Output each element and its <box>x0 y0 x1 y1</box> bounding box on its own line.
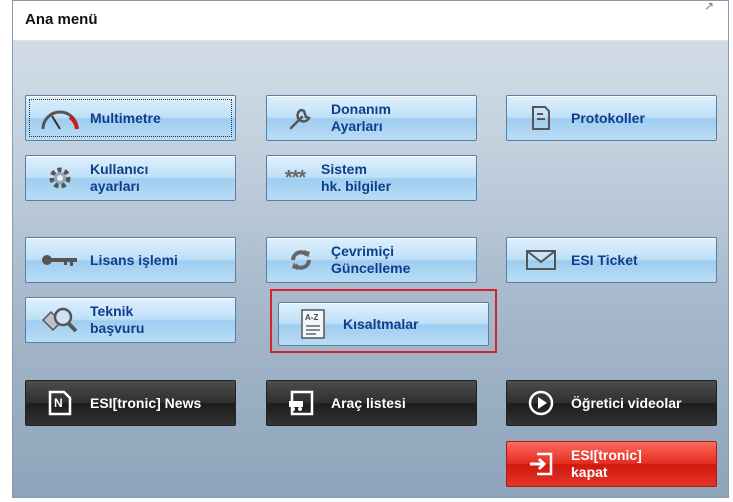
lisans-islemi-button[interactable]: Lisans işlemi <box>25 237 236 283</box>
asterisks-icon: *** <box>284 166 306 189</box>
exit-icon <box>521 449 561 479</box>
key-icon <box>40 245 80 275</box>
cevrimici-guncelleme-button[interactable]: Çevrimiçi Güncelleme <box>266 237 477 283</box>
protokoller-button[interactable]: Protokoller <box>506 95 717 141</box>
teknik-basvuru-button[interactable]: Teknik başvuru <box>25 297 236 343</box>
multimetre-label: Multimetre <box>90 109 161 126</box>
gauge-icon <box>40 103 80 133</box>
arac-listesi-button[interactable]: Araç listesi <box>266 380 477 426</box>
refresh-icon <box>281 245 321 275</box>
gear-icon <box>40 163 80 193</box>
kullanici-ayarlari-button[interactable]: Kullanıcı ayarları <box>25 155 236 201</box>
sistem-bilgiler-button[interactable]: *** Sistem hk. bilgiler <box>266 155 477 201</box>
multimetre-button[interactable]: Multimetre <box>25 95 236 141</box>
selection-highlight <box>270 289 497 353</box>
teknik-basvuru-label: Teknik başvuru <box>90 303 145 336</box>
esi-ticket-button[interactable]: ESI Ticket <box>506 237 717 283</box>
esitronic-kapat-label: ESI[tronic] kapat <box>571 447 642 480</box>
arac-listesi-label: Araç listesi <box>331 394 406 411</box>
main-menu-window: Ana menü ↗ Multimetre Donanım Ayarları P… <box>12 0 729 498</box>
kullanici-ayarlari-label: Kullanıcı ayarları <box>90 161 149 194</box>
lisans-islemi-label: Lisans işlemi <box>90 251 178 268</box>
wrench-icon <box>281 103 321 133</box>
svg-text:N: N <box>54 396 63 410</box>
esi-ticket-label: ESI Ticket <box>571 251 638 268</box>
car-list-icon <box>281 388 321 418</box>
title-bar: Ana menü ↗ <box>13 0 728 41</box>
donanim-ayarlari-label: Donanım Ayarları <box>331 101 391 134</box>
cevrimici-guncelleme-label: Çevrimiçi Güncelleme <box>331 243 411 276</box>
play-icon <box>521 388 561 418</box>
document-icon <box>521 103 561 133</box>
protokoller-label: Protokoller <box>571 109 645 126</box>
news-icon: N <box>40 388 80 418</box>
resize-icon: ↗ <box>703 0 714 13</box>
envelope-icon <box>521 245 561 275</box>
esitronic-kapat-button[interactable]: ESI[tronic] kapat <box>506 441 717 487</box>
esitronic-news-button[interactable]: N ESI[tronic] News <box>25 380 236 426</box>
ogretici-videolar-button[interactable]: Öğretici videolar <box>506 380 717 426</box>
esitronic-news-label: ESI[tronic] News <box>90 394 202 411</box>
magnifier-icon <box>40 305 80 335</box>
window-title: Ana menü <box>25 11 98 28</box>
donanim-ayarlari-button[interactable]: Donanım Ayarları <box>266 95 477 141</box>
ogretici-videolar-label: Öğretici videolar <box>571 394 682 411</box>
sistem-bilgiler-label: Sistem hk. bilgiler <box>321 161 392 194</box>
